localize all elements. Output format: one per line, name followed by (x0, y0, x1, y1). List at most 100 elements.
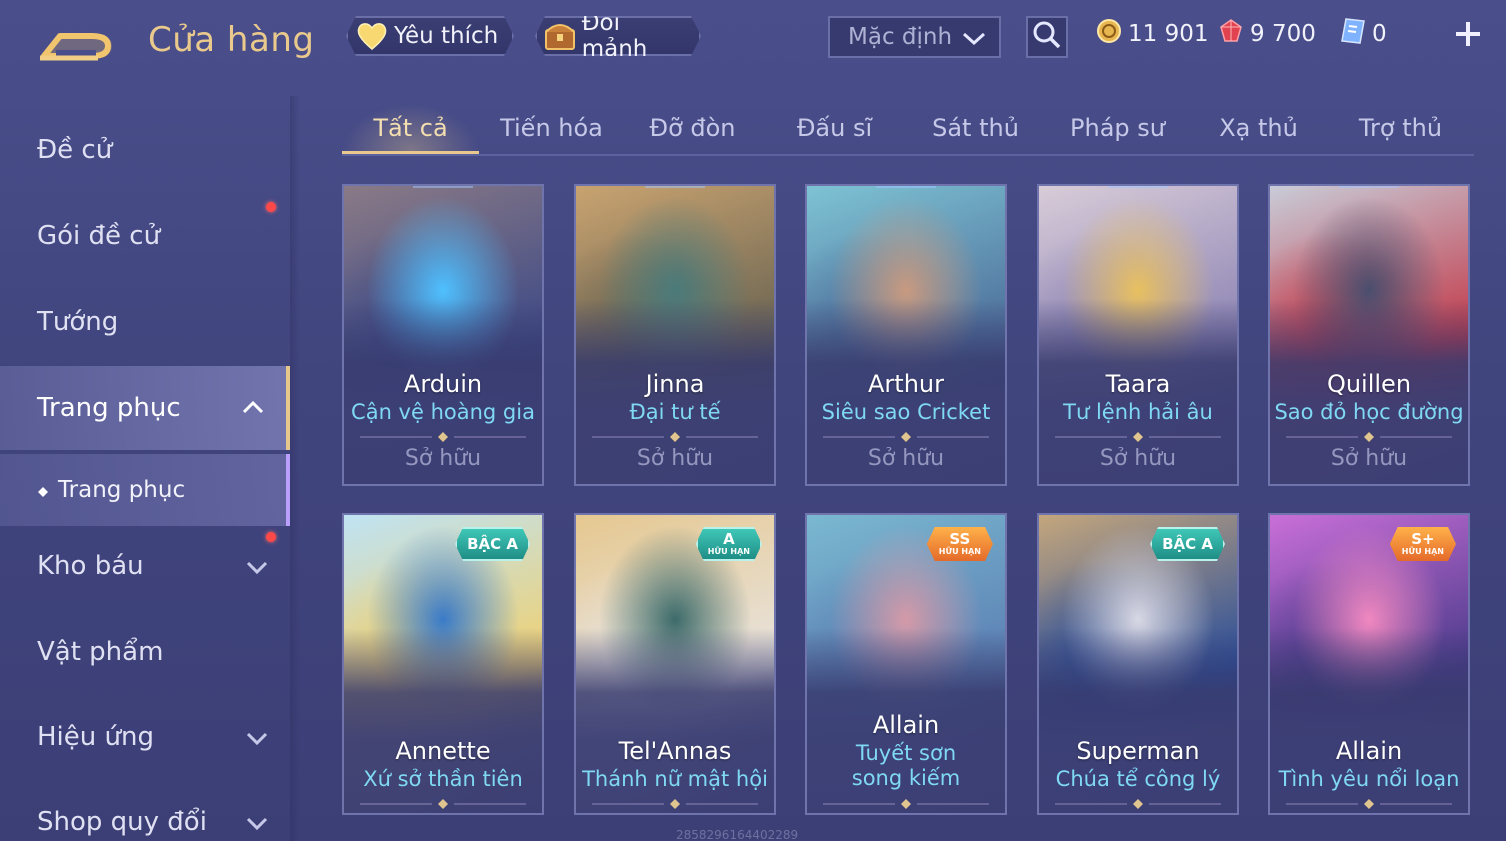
limited-label: HỮU HẠN (707, 546, 750, 556)
chevron-down-icon (244, 554, 270, 584)
card-top-accent (1108, 186, 1168, 188)
skin-card[interactable]: Arthur Siêu sao Cricket Sở hữu (805, 184, 1007, 486)
diamond-bullet-icon (38, 477, 48, 503)
sidebar-item-label: Đề cử (37, 135, 113, 165)
ticket-currency: 0 (1340, 18, 1387, 50)
skin-name: Sao đỏ học đường (1274, 400, 1464, 424)
skin-card[interactable]: SupermanChúa tể công lý Chưa mở BẬC A (1037, 513, 1239, 815)
ownership-status: Sở hữu (867, 446, 945, 471)
sidebar-item-heroes[interactable]: Tướng (0, 282, 290, 362)
sidebar-item-exchange-shop[interactable]: Shop quy đổi (0, 782, 290, 841)
card-top-accent (645, 186, 705, 188)
sidebar-item-recommended[interactable]: Đề cử (0, 110, 290, 190)
ornament-divider-icon (360, 432, 526, 442)
ownership-status: Sở hữu (1330, 446, 1408, 471)
shard-exchange-button[interactable]: Đổi mảnh (535, 16, 701, 56)
ownership-status: Sở hữu (404, 446, 482, 471)
sidebar-subitem-label: Trang phục (58, 477, 186, 503)
favorites-button[interactable]: Yêu thích (346, 16, 514, 56)
card-top-accent (413, 186, 473, 188)
ticket-icon (1340, 17, 1366, 51)
sidebar-item-label: Hiệu ứng (37, 722, 154, 752)
skin-card[interactable]: AnnetteXứ sở thần tiên Sở hữu BẬC A (342, 513, 544, 815)
tab-all[interactable]: Tất cả (342, 104, 479, 154)
skin-name: Đại tư tế (629, 400, 721, 424)
tab-support[interactable]: Trợ thủ (1332, 104, 1469, 154)
gem-amount: 9 700 (1250, 21, 1316, 47)
skin-card[interactable]: Quillen Sao đỏ học đường Sở hữu (1268, 184, 1470, 486)
skin-name: Cận vệ hoàng gia (351, 400, 535, 424)
hero-name: Superman (1076, 737, 1200, 765)
rarity-badge: BẬC A (1150, 527, 1225, 561)
ornament-divider-icon (360, 799, 526, 809)
user-id-watermark: 2858296164402289 (676, 828, 799, 841)
card-top-accent (876, 186, 936, 188)
tab-tank[interactable]: Đỡ đòn (624, 104, 761, 154)
sidebar-item-effects[interactable]: Hiệu ứng (0, 697, 290, 777)
sidebar-item-label: Tướng (37, 307, 119, 337)
sort-dropdown[interactable]: Mặc định (828, 16, 1001, 58)
search-button[interactable] (1026, 16, 1068, 58)
hero-name: Taara (1105, 370, 1171, 398)
skin-name: Thánh nữ mật hội (582, 767, 768, 791)
skin-name: Xứ sở thần tiên (363, 767, 523, 791)
ornament-divider-icon (1286, 799, 1452, 809)
limited-label: HỮU HẠN (938, 546, 981, 556)
notification-dot (266, 202, 276, 212)
skin-card[interactable]: AllainTình yêu nổi loạn Chưa mở S+HỮU HẠN (1268, 513, 1470, 815)
skin-name: Tư lệnh hải âu (1063, 400, 1213, 424)
ornament-divider-icon (823, 799, 989, 809)
tab-fighter[interactable]: Đấu sĩ (766, 104, 903, 154)
rarity-tier: SS (949, 529, 971, 548)
skin-card[interactable]: Jinna Đại tư tế Sở hữu (574, 184, 776, 486)
hero-name: Allain (872, 711, 940, 739)
skin-card[interactable]: Tel'AnnasThánh nữ mật hội Sở hữu AHỮU HẠN (574, 513, 776, 815)
heart-icon (354, 20, 390, 52)
sidebar-item-items[interactable]: Vật phẩm (0, 612, 290, 692)
skin-name: Tuyết sơn song kiếm (851, 741, 961, 790)
favorites-label: Yêu thích (394, 23, 499, 49)
ownership-status: Chưa mở (1270, 813, 1468, 815)
skin-name: Tình yêu nổi loạn (1278, 767, 1460, 791)
limited-label: HỮU HẠN (1401, 546, 1444, 556)
skin-card[interactable]: AllainTuyết sơn song kiếm Chưa mở SSHỮU HẠ… (805, 513, 1007, 815)
sidebar-item-skins[interactable]: Trang phục (0, 366, 290, 450)
back-arrow-icon[interactable] (36, 24, 116, 64)
tab-evolution[interactable]: Tiến hóa (483, 104, 620, 154)
rarity-tier: S+ (1411, 529, 1435, 548)
sidebar-item-treasure[interactable]: Kho báu (0, 526, 290, 606)
plus-icon[interactable] (1452, 18, 1484, 50)
ornament-divider-icon (592, 432, 758, 442)
search-icon (1032, 20, 1062, 54)
chevron-down-icon (244, 810, 270, 840)
gold-currency: 11 901 (1096, 18, 1208, 50)
tab-marksman[interactable]: Xạ thủ (1190, 104, 1327, 154)
ornament-divider-icon (1055, 432, 1221, 442)
chevron-down-icon (961, 27, 987, 55)
chevron-down-icon (244, 725, 270, 755)
gold-amount: 11 901 (1128, 21, 1209, 47)
ticket-amount: 0 (1372, 21, 1387, 47)
tab-mage[interactable]: Pháp sư (1049, 104, 1186, 154)
hero-name: Arthur (868, 370, 944, 398)
treasure-chest-icon (543, 20, 578, 52)
ornament-divider-icon (592, 799, 758, 809)
notification-dot (266, 532, 276, 542)
ownership-status: Chưa mở (1039, 813, 1237, 815)
sidebar-item-label: Gói đề cử (37, 221, 161, 251)
sidebar-shadow (290, 96, 300, 841)
sidebar-item-recommended-packs[interactable]: Gói đề cử (0, 196, 290, 276)
hero-name: Allain (1335, 737, 1403, 765)
ownership-status: Sở hữu (1099, 446, 1177, 471)
ornament-divider-icon (1286, 432, 1452, 442)
rarity-tier: A (723, 529, 735, 548)
sidebar-subitem-skins[interactable]: Trang phục (0, 454, 290, 526)
sidebar-item-label: Vật phẩm (37, 637, 164, 667)
ownership-status: Chưa mở (807, 813, 1005, 815)
skin-card[interactable]: Taara Tư lệnh hải âu Sở hữu (1037, 184, 1239, 486)
sort-selected-value: Mặc định (848, 24, 953, 50)
rarity-badge: SS HỮU HẠN (927, 527, 993, 561)
card-top-accent (1339, 186, 1399, 188)
tab-assassin[interactable]: Sát thủ (907, 104, 1044, 154)
skin-card[interactable]: Arduin Cận vệ hoàng gia Sở hữu (342, 184, 544, 486)
